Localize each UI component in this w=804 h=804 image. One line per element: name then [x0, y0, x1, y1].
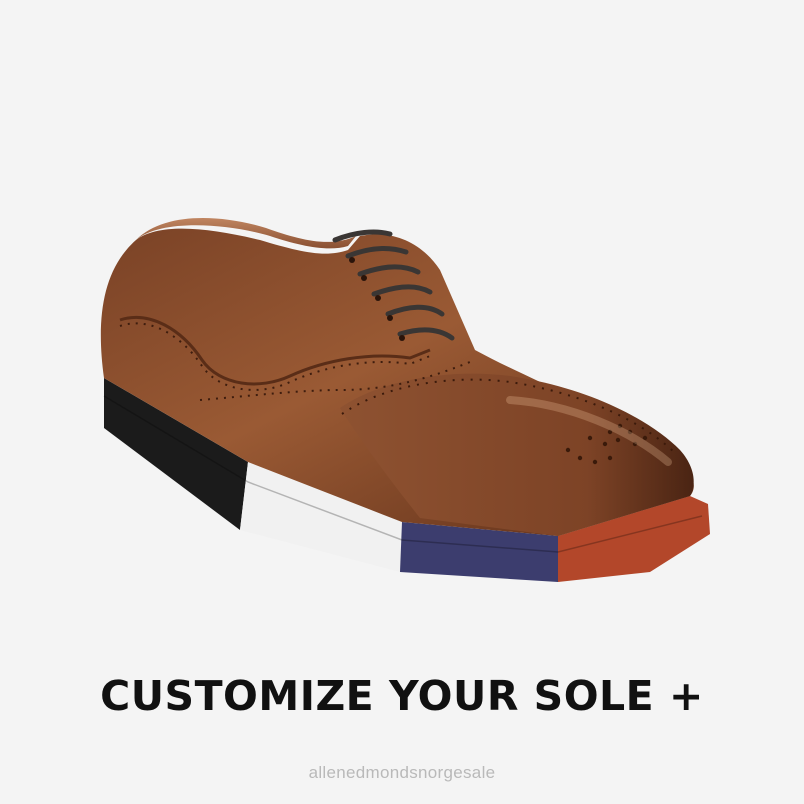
watermark-text: allenedmondsnorgesale — [308, 763, 496, 782]
shoe-image — [90, 200, 720, 600]
shoe-icon — [100, 218, 710, 582]
product-banner: CUSTOMIZE YOUR SOLE + allenedmondsnorges… — [0, 0, 804, 804]
customize-sole-headline[interactable]: CUSTOMIZE YOUR SOLE + — [0, 672, 804, 720]
